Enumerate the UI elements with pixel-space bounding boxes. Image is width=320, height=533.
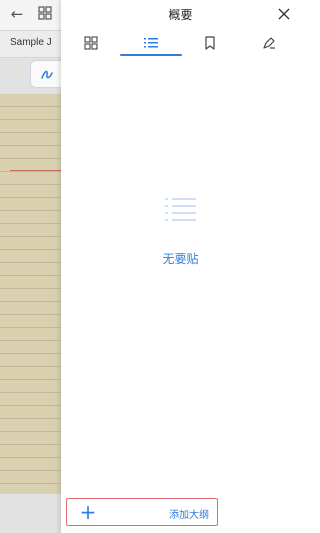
tab-selected-indicator (120, 54, 182, 56)
plus-icon: + (79, 500, 97, 524)
page-margin-line (10, 170, 62, 171)
tab-thumbnails[interactable] (71, 30, 111, 56)
document-toolbar: ← (0, 0, 62, 30)
empty-state-text: 无要贴 (162, 252, 199, 266)
annotation-pen-icon (263, 37, 275, 49)
close-icon[interactable] (276, 6, 292, 22)
document-background: ← Sample J (0, 0, 68, 533)
grid-icon[interactable] (38, 6, 52, 20)
back-arrow-icon[interactable]: ← (8, 4, 26, 24)
bookmark-icon (205, 36, 215, 50)
grid-view-icon (84, 36, 98, 50)
outline-list-icon (144, 38, 158, 48)
tab-outline[interactable] (131, 30, 171, 56)
add-outline-label: 添加大纲 (169, 510, 209, 521)
empty-outline-icon (165, 198, 196, 221)
notebook-page (0, 94, 62, 494)
app-root: ← Sample J 概要 无要贴 + 添加大纲 (0, 0, 300, 533)
outline-panel: 概要 无要贴 + 添加大纲 (61, 0, 300, 533)
panel-tabs (61, 30, 300, 58)
document-tab[interactable]: Sample J (0, 30, 62, 58)
document-tab-title: Sample J (10, 37, 52, 48)
add-outline-button[interactable]: + 添加大纲 (66, 498, 218, 526)
panel-title: 概要 (168, 8, 193, 22)
pen-icon (41, 70, 53, 79)
tab-annotations[interactable] (249, 30, 289, 56)
tab-bookmarks[interactable] (190, 30, 230, 56)
